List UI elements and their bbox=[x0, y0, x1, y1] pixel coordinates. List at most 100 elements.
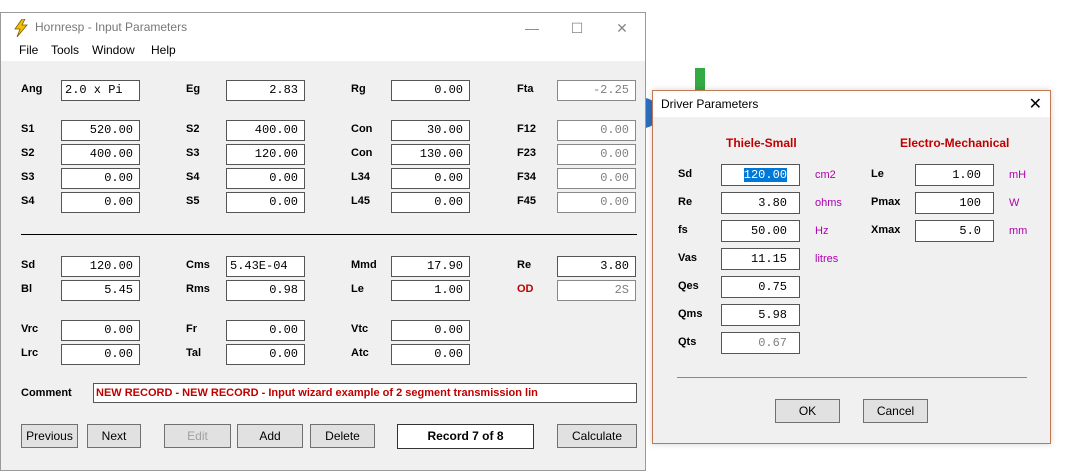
thiele-small-heading: Thiele-Small bbox=[726, 136, 797, 150]
bl-label: Bl bbox=[21, 283, 32, 295]
comment-field[interactable]: NEW RECORD - NEW RECORD - Input wizard e… bbox=[93, 383, 637, 403]
rms-field[interactable]: 0.98 bbox=[226, 280, 305, 301]
qms-field[interactable]: 5.98 bbox=[721, 304, 800, 326]
re-unit: ohms bbox=[815, 197, 842, 209]
menu-help[interactable]: Help bbox=[151, 43, 176, 57]
s3-label: S3 bbox=[186, 147, 200, 159]
sd-field[interactable]: 120.00 bbox=[721, 164, 800, 186]
s4-field[interactable]: 0.00 bbox=[61, 192, 140, 213]
qts-label: Qts bbox=[678, 336, 697, 348]
ok-button[interactable]: OK bbox=[775, 399, 840, 423]
bl-field[interactable]: 5.45 bbox=[61, 280, 140, 301]
fs-label: fs bbox=[678, 224, 688, 236]
previous-button[interactable]: Previous bbox=[21, 424, 78, 448]
comment-label: Comment bbox=[21, 387, 72, 399]
dialog-title: Driver Parameters bbox=[661, 97, 759, 111]
atc-label: Atc bbox=[351, 347, 369, 359]
re-field[interactable]: 3.80 bbox=[721, 192, 800, 214]
sd-label: Sd bbox=[21, 259, 36, 271]
fr-field[interactable]: 0.00 bbox=[226, 320, 305, 341]
pmax-unit: W bbox=[1009, 197, 1020, 209]
xmax-field[interactable]: 5.0 bbox=[915, 220, 994, 242]
l45-label: L45 bbox=[351, 195, 370, 207]
menu-window[interactable]: Window bbox=[92, 43, 135, 57]
minimize-button[interactable]: — bbox=[517, 17, 547, 39]
le-field[interactable]: 1.00 bbox=[391, 280, 470, 301]
pmax-label: Pmax bbox=[871, 196, 901, 208]
qts-field[interactable]: 0.67 bbox=[721, 332, 800, 354]
le-unit: mH bbox=[1009, 169, 1027, 181]
xmax-label: Xmax bbox=[871, 224, 901, 236]
s3-field[interactable]: 0.00 bbox=[61, 168, 140, 189]
s2-label: S2 bbox=[21, 147, 35, 159]
eg-label: Eg bbox=[186, 83, 201, 95]
qms-label: Qms bbox=[678, 308, 703, 320]
od-label[interactable]: OD bbox=[517, 283, 534, 295]
s3-field[interactable]: 120.00 bbox=[226, 144, 305, 165]
close-button[interactable]: ✕ bbox=[607, 17, 637, 39]
dialog-title-bar[interactable]: Driver Parameters ✕ bbox=[653, 91, 1050, 117]
vrc-label: Vrc bbox=[21, 323, 39, 335]
f45-field[interactable]: 0.00 bbox=[557, 192, 636, 213]
f23-label: F23 bbox=[517, 147, 536, 159]
le-label: Le bbox=[871, 168, 884, 180]
vtc-field[interactable]: 0.00 bbox=[391, 320, 470, 341]
cms-label: Cms bbox=[186, 259, 210, 271]
s5-field[interactable]: 0.00 bbox=[226, 192, 305, 213]
re-label: Re bbox=[517, 259, 532, 271]
calculate-button[interactable]: Calculate bbox=[557, 424, 637, 448]
s3-label: S3 bbox=[21, 171, 35, 183]
pmax-field[interactable]: 100 bbox=[915, 192, 994, 214]
l34-field[interactable]: 0.00 bbox=[391, 168, 470, 189]
main-window: Hornresp - Input Parameters — ☐ ✕ File T… bbox=[0, 12, 646, 471]
atc-field[interactable]: 0.00 bbox=[391, 344, 470, 365]
next-button[interactable]: Next bbox=[87, 424, 141, 448]
s5-label: S5 bbox=[186, 195, 200, 207]
s2-field[interactable]: 400.00 bbox=[61, 144, 140, 165]
l34-label: L34 bbox=[351, 171, 370, 183]
f23-field[interactable]: 0.00 bbox=[557, 144, 636, 165]
rg-field[interactable]: 0.00 bbox=[391, 80, 470, 101]
f12-field[interactable]: 0.00 bbox=[557, 120, 636, 141]
tal-field[interactable]: 0.00 bbox=[226, 344, 305, 365]
ang-label: Ang bbox=[21, 83, 43, 95]
le-field[interactable]: 1.00 bbox=[915, 164, 994, 186]
driver-parameters-dialog: Driver Parameters ✕ Thiele-Small Electro… bbox=[652, 90, 1051, 444]
vas-field[interactable]: 11.15 bbox=[721, 248, 800, 270]
fs-field[interactable]: 50.00 bbox=[721, 220, 800, 242]
f34-field[interactable]: 0.00 bbox=[557, 168, 636, 189]
xmax-unit: mm bbox=[1009, 225, 1028, 237]
add-button[interactable]: Add bbox=[237, 424, 303, 448]
delete-button[interactable]: Delete bbox=[310, 424, 375, 448]
con-field[interactable]: 30.00 bbox=[391, 120, 470, 141]
mmd-field[interactable]: 17.90 bbox=[391, 256, 470, 277]
cms-field[interactable]: 5.43E-04 bbox=[226, 256, 305, 277]
eg-field[interactable]: 2.83 bbox=[226, 80, 305, 101]
sd-label: Sd bbox=[678, 168, 693, 180]
s4-field[interactable]: 0.00 bbox=[226, 168, 305, 189]
menu-file[interactable]: File bbox=[19, 43, 38, 57]
vrc-field[interactable]: 0.00 bbox=[61, 320, 140, 341]
record-indicator: Record 7 of 8 bbox=[397, 424, 534, 449]
od-field[interactable]: 2S bbox=[557, 280, 636, 301]
sd-field[interactable]: 120.00 bbox=[61, 256, 140, 277]
fta-field[interactable]: -2.25 bbox=[557, 80, 636, 101]
le-label: Le bbox=[351, 283, 364, 295]
edit-button[interactable]: Edit bbox=[164, 424, 231, 448]
ang-field[interactable]: 2.0 x Pi bbox=[61, 80, 140, 101]
s4-label: S4 bbox=[186, 171, 200, 183]
s1-field[interactable]: 520.00 bbox=[61, 120, 140, 141]
cancel-button[interactable]: Cancel bbox=[863, 399, 928, 423]
s2-field[interactable]: 400.00 bbox=[226, 120, 305, 141]
qes-field[interactable]: 0.75 bbox=[721, 276, 800, 298]
lrc-field[interactable]: 0.00 bbox=[61, 344, 140, 365]
close-icon[interactable]: ✕ bbox=[1029, 94, 1042, 114]
con-field[interactable]: 130.00 bbox=[391, 144, 470, 165]
s4-label: S4 bbox=[21, 195, 35, 207]
title-bar[interactable]: Hornresp - Input Parameters — ☐ ✕ bbox=[1, 13, 645, 43]
re-field[interactable]: 3.80 bbox=[557, 256, 636, 277]
f45-label: F45 bbox=[517, 195, 536, 207]
menu-tools[interactable]: Tools bbox=[51, 43, 79, 57]
maximize-button[interactable]: ☐ bbox=[562, 17, 592, 39]
l45-field[interactable]: 0.00 bbox=[391, 192, 470, 213]
